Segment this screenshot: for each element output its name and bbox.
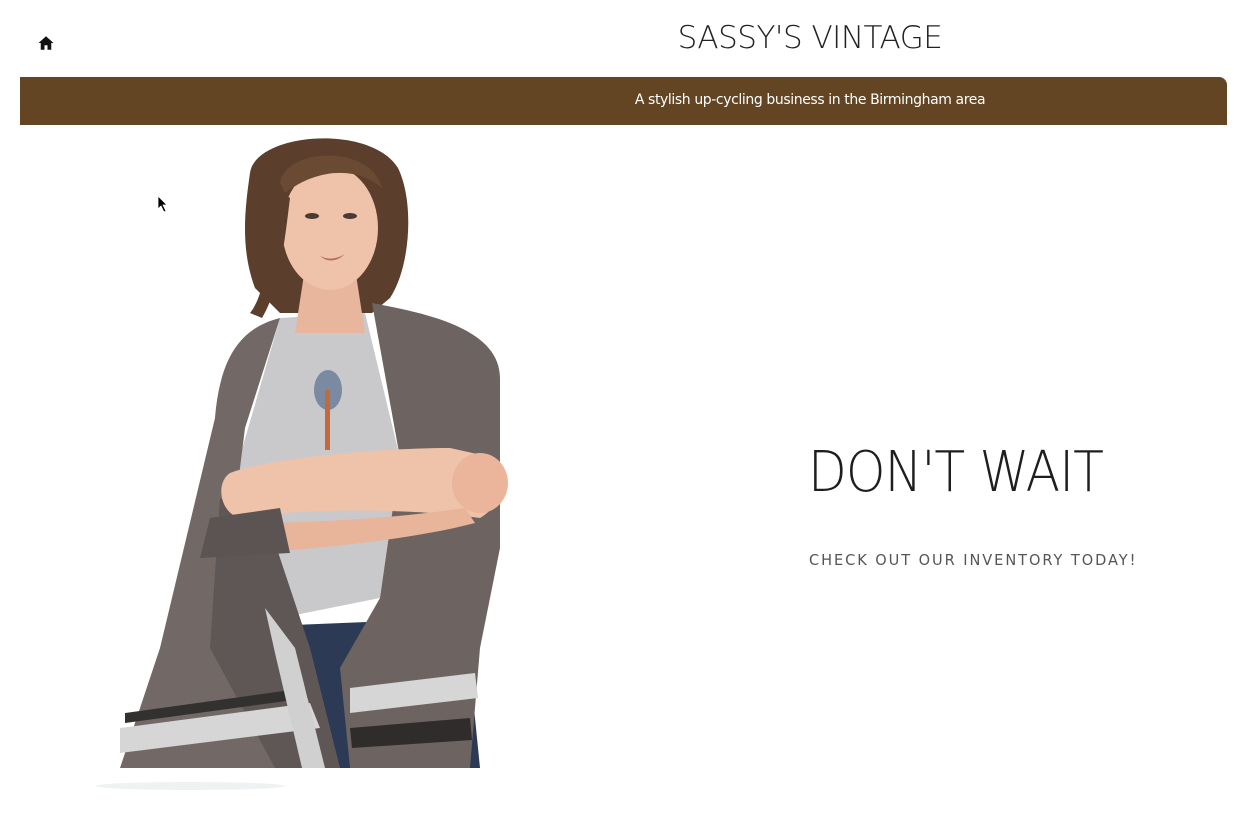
site-title[interactable]: SASSY'S VINTAGE	[600, 20, 1020, 56]
page: SASSY'S VINTAGE A stylish up-cycling bus…	[0, 0, 1252, 824]
hero-image	[95, 138, 508, 790]
home-icon[interactable]	[37, 34, 55, 52]
headline: DON'T WAIT	[808, 440, 1104, 505]
tagline-text: A stylish up-cycling business in the Bir…	[634, 92, 986, 108]
tagline-banner: A stylish up-cycling business in the Bir…	[20, 77, 1227, 125]
mouse-cursor-icon	[157, 195, 168, 213]
inventory-cta-link[interactable]: CHECK OUT OUR INVENTORY TODAY!	[809, 551, 1137, 569]
